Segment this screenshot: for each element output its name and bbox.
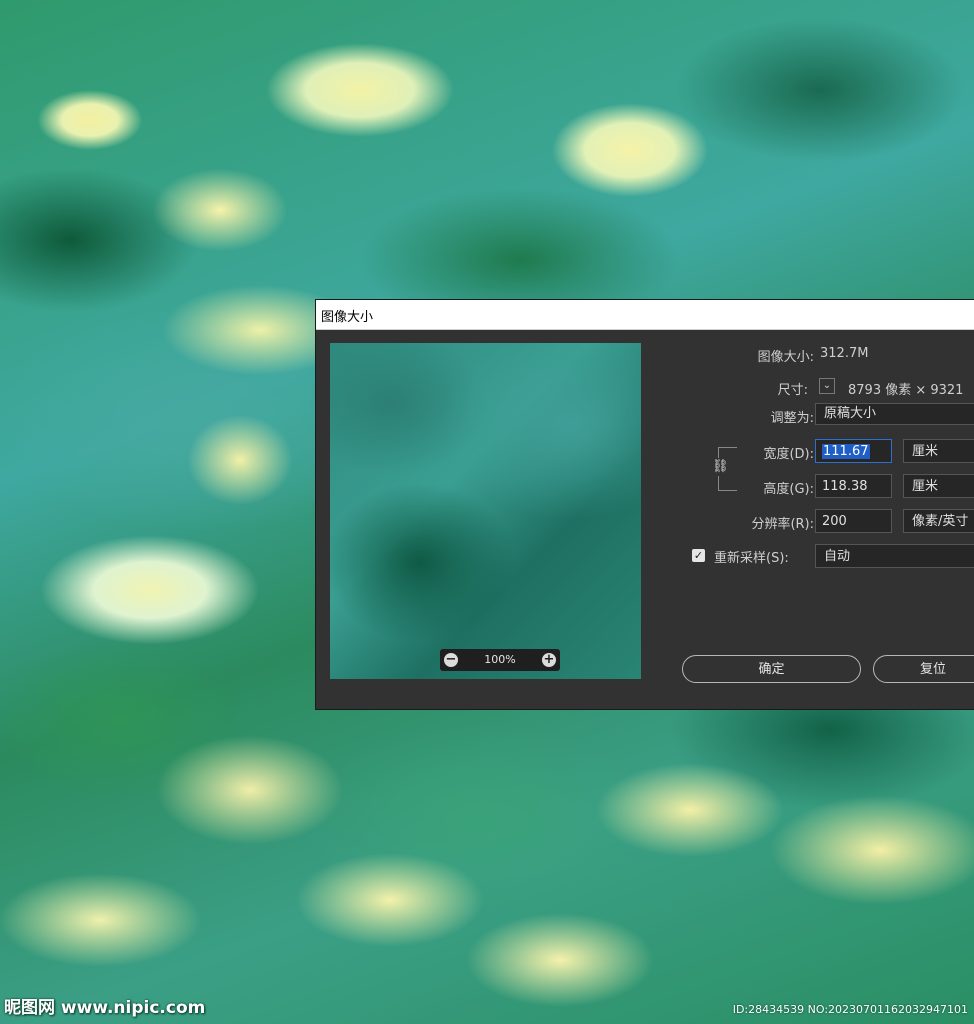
dimensions-dropdown-icon[interactable]: ⌄ — [819, 378, 835, 394]
height-unit-select[interactable]: 厘米 — [903, 474, 974, 498]
watermark-image-id: ID:28434539 NO:20230701162032947101 — [732, 1003, 968, 1016]
dialog-titlebar[interactable]: 图像大小 — [316, 300, 974, 330]
fit-to-select[interactable]: 原稿大小 — [815, 403, 974, 425]
height-label: 高度(G): — [763, 482, 814, 497]
resolution-unit-select[interactable]: 像素/英寸 — [903, 509, 974, 533]
width-unit-select[interactable]: 厘米 — [903, 439, 974, 463]
height-input[interactable]: 118.38 — [815, 474, 892, 498]
resample-checkbox[interactable]: ✓ — [692, 549, 705, 562]
width-value: 111.67 — [822, 444, 870, 459]
reset-button[interactable]: 复位 — [873, 655, 974, 683]
zoom-level: 100% — [484, 653, 516, 666]
dimensions-value: 8793 像素 × 9321 — [848, 383, 964, 398]
fit-to-label: 调整为: — [770, 411, 814, 426]
ok-button[interactable]: 确定 — [682, 655, 861, 683]
image-preview[interactable]: − 100% + — [330, 343, 641, 679]
resolution-label: 分辨率(R): — [751, 517, 814, 532]
dialog-title: 图像大小 — [321, 310, 374, 325]
image-size-label: 图像大小: — [757, 350, 814, 365]
width-label: 宽度(D): — [763, 447, 814, 462]
resolution-input[interactable]: 200 — [815, 509, 892, 533]
dimensions-label: 尺寸: — [777, 383, 808, 398]
zoom-in-icon[interactable]: + — [542, 653, 556, 667]
image-size-value: 312.7M — [820, 346, 869, 361]
width-input[interactable]: 111.67 — [815, 439, 892, 463]
zoom-out-icon[interactable]: − — [444, 653, 458, 667]
watermark-site-logo: 昵图网 www.nipic.com — [4, 998, 206, 1018]
resample-method-select[interactable]: 自动 — [815, 544, 974, 568]
image-size-dialog: 图像大小 − 100% + 图像大小: 312.7M 尺寸: ⌄ 8793 像素… — [316, 300, 974, 709]
zoom-control: − 100% + — [440, 649, 560, 671]
resample-label: 重新采样(S): — [714, 551, 789, 566]
